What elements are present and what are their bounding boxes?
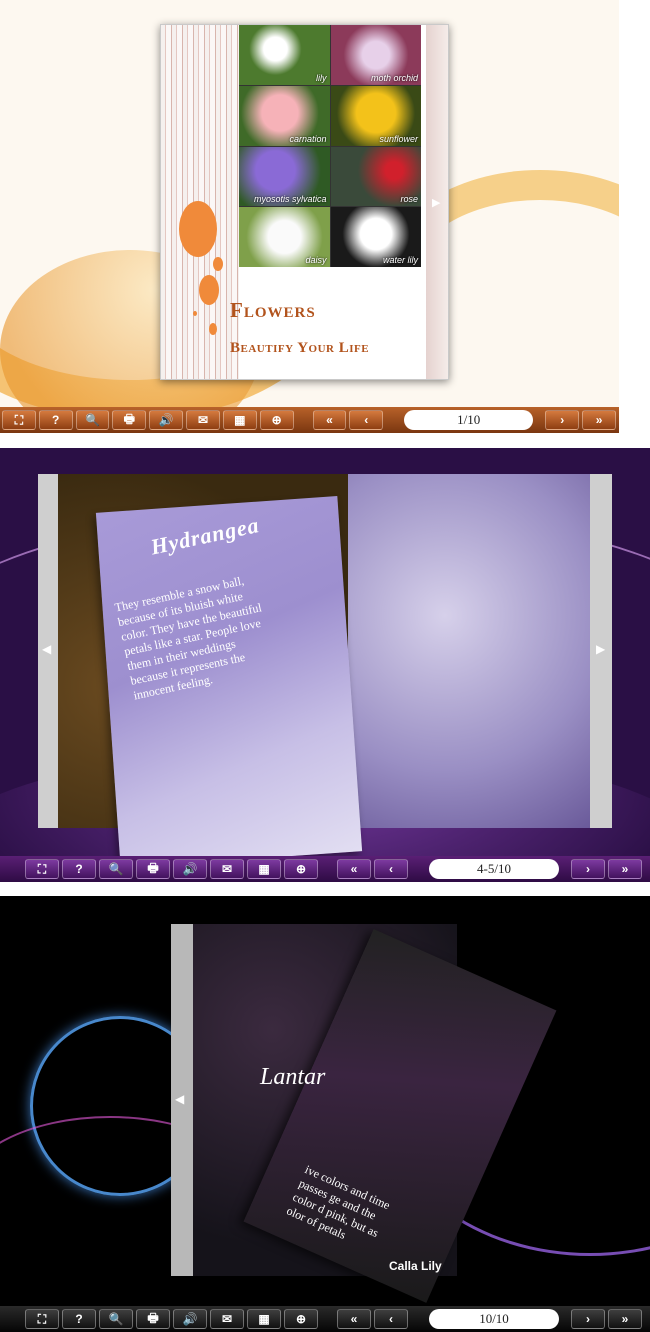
toolbar: ⛶ ? 🔍 🖶 🔊 ✉ ▦ ⊕ « ‹ 4-5/10 › »: [0, 856, 650, 882]
flipbook-panel-orange: lily moth orchid carnation sunflower myo…: [0, 0, 619, 433]
flower-description: They resemble a snow ball, because of it…: [113, 573, 263, 703]
book-title: Flowers: [230, 298, 316, 322]
decor-circle: [199, 275, 219, 305]
sound-icon[interactable]: 🔊: [173, 1309, 207, 1329]
next-page-button[interactable]: ›: [571, 859, 605, 879]
next-page-button[interactable]: ›: [545, 410, 580, 430]
search-icon[interactable]: 🔍: [75, 410, 110, 430]
photo-lily: lily: [239, 25, 330, 85]
prev-page-arrow-icon[interactable]: ◀: [175, 1092, 184, 1106]
prev-page-arrow-icon[interactable]: ◀: [42, 642, 51, 656]
first-page-button[interactable]: «: [337, 859, 371, 879]
last-page-button[interactable]: »: [608, 859, 642, 879]
thumbnails-icon[interactable]: ▦: [247, 859, 281, 879]
first-page-button[interactable]: «: [312, 410, 347, 430]
zoom-in-icon[interactable]: ⊕: [284, 1309, 318, 1329]
thumbnails-icon[interactable]: ▦: [247, 1309, 281, 1329]
toolbar: ⛶ ? 🔍 🖶 🔊 ✉ ▦ ⊕ « ‹ 1/10 › »: [0, 407, 619, 433]
page-indicator[interactable]: 10/10: [429, 1309, 559, 1329]
last-page-button[interactable]: »: [582, 410, 616, 430]
photo-moth-orchid: moth orchid: [330, 25, 421, 85]
search-icon[interactable]: 🔍: [99, 859, 133, 879]
prev-page-button[interactable]: ‹: [349, 410, 384, 430]
help-icon[interactable]: ?: [62, 1309, 96, 1329]
photo-sunflower: sunflower: [330, 85, 421, 146]
next-page-button[interactable]: ›: [571, 1309, 605, 1329]
zoom-in-icon[interactable]: ⊕: [259, 410, 294, 430]
right-page-hydrangea-photo: [348, 474, 590, 828]
first-page-button[interactable]: «: [337, 1309, 371, 1329]
zoom-in-icon[interactable]: ⊕: [284, 859, 318, 879]
email-icon[interactable]: ✉: [210, 1309, 244, 1329]
flower-photo-grid: lily moth orchid carnation sunflower myo…: [239, 25, 421, 267]
fit-screen-icon[interactable]: ⛶: [25, 859, 59, 879]
flipbook-panel-dark: ◀ ⛶ ? 🔍 🖶 🔊 ✉ ▦ ⊕ « ‹ 10/10 › »: [0, 896, 650, 1332]
sound-icon[interactable]: 🔊: [173, 859, 207, 879]
prev-page-button[interactable]: ‹: [374, 1309, 408, 1329]
book-subtitle: Beautify Your Life: [230, 340, 370, 356]
flipbook-panel-purple: Hydrangea They resemble a snow ball, bec…: [0, 448, 650, 882]
toolbar: ⛶ ? 🔍 🖶 🔊 ✉ ▦ ⊕ « ‹ 10/10 › »: [0, 1306, 650, 1332]
next-page-arrow-icon[interactable]: ▶: [596, 642, 605, 656]
sound-icon[interactable]: 🔊: [149, 410, 184, 430]
photo-rose: rose: [330, 146, 421, 207]
photo-daisy: daisy: [239, 207, 330, 267]
decor-circle: [179, 201, 217, 257]
print-icon[interactable]: 🖶: [112, 410, 147, 430]
prev-page-button[interactable]: ‹: [374, 859, 408, 879]
flower-title: Lantar: [260, 1064, 326, 1090]
print-icon[interactable]: 🖶: [136, 1309, 170, 1329]
flower-title: Hydrangea: [148, 512, 262, 560]
book-spread[interactable]: Hydrangea They resemble a snow ball, bec…: [38, 474, 612, 869]
print-icon[interactable]: 🖶: [136, 859, 170, 879]
decor-circle: [209, 323, 217, 335]
decor-circle: [213, 257, 223, 271]
search-icon[interactable]: 🔍: [99, 1309, 133, 1329]
help-icon[interactable]: ?: [38, 410, 73, 430]
page-indicator[interactable]: 4-5/10: [429, 859, 559, 879]
photo-water-lily: water lily: [330, 207, 421, 267]
fit-screen-icon[interactable]: ⛶: [25, 1309, 59, 1329]
photo-carnation: carnation: [239, 85, 330, 146]
photo-caption: Calla Lily: [389, 1259, 442, 1273]
email-icon[interactable]: ✉: [210, 859, 244, 879]
book-cover[interactable]: lily moth orchid carnation sunflower myo…: [160, 24, 449, 380]
fit-screen-icon[interactable]: ⛶: [2, 410, 36, 430]
thumbnails-icon[interactable]: ▦: [222, 410, 257, 430]
help-icon[interactable]: ?: [62, 859, 96, 879]
photo-myosotis: myosotis sylvatica: [239, 146, 330, 207]
decor-circle: [193, 311, 197, 316]
flipping-page[interactable]: Hydrangea They resemble a snow ball, bec…: [95, 495, 363, 869]
page-indicator[interactable]: 1/10: [404, 410, 534, 430]
last-page-button[interactable]: »: [608, 1309, 642, 1329]
email-icon[interactable]: ✉: [186, 410, 220, 430]
next-page-arrow-icon[interactable]: ▶: [432, 196, 440, 209]
